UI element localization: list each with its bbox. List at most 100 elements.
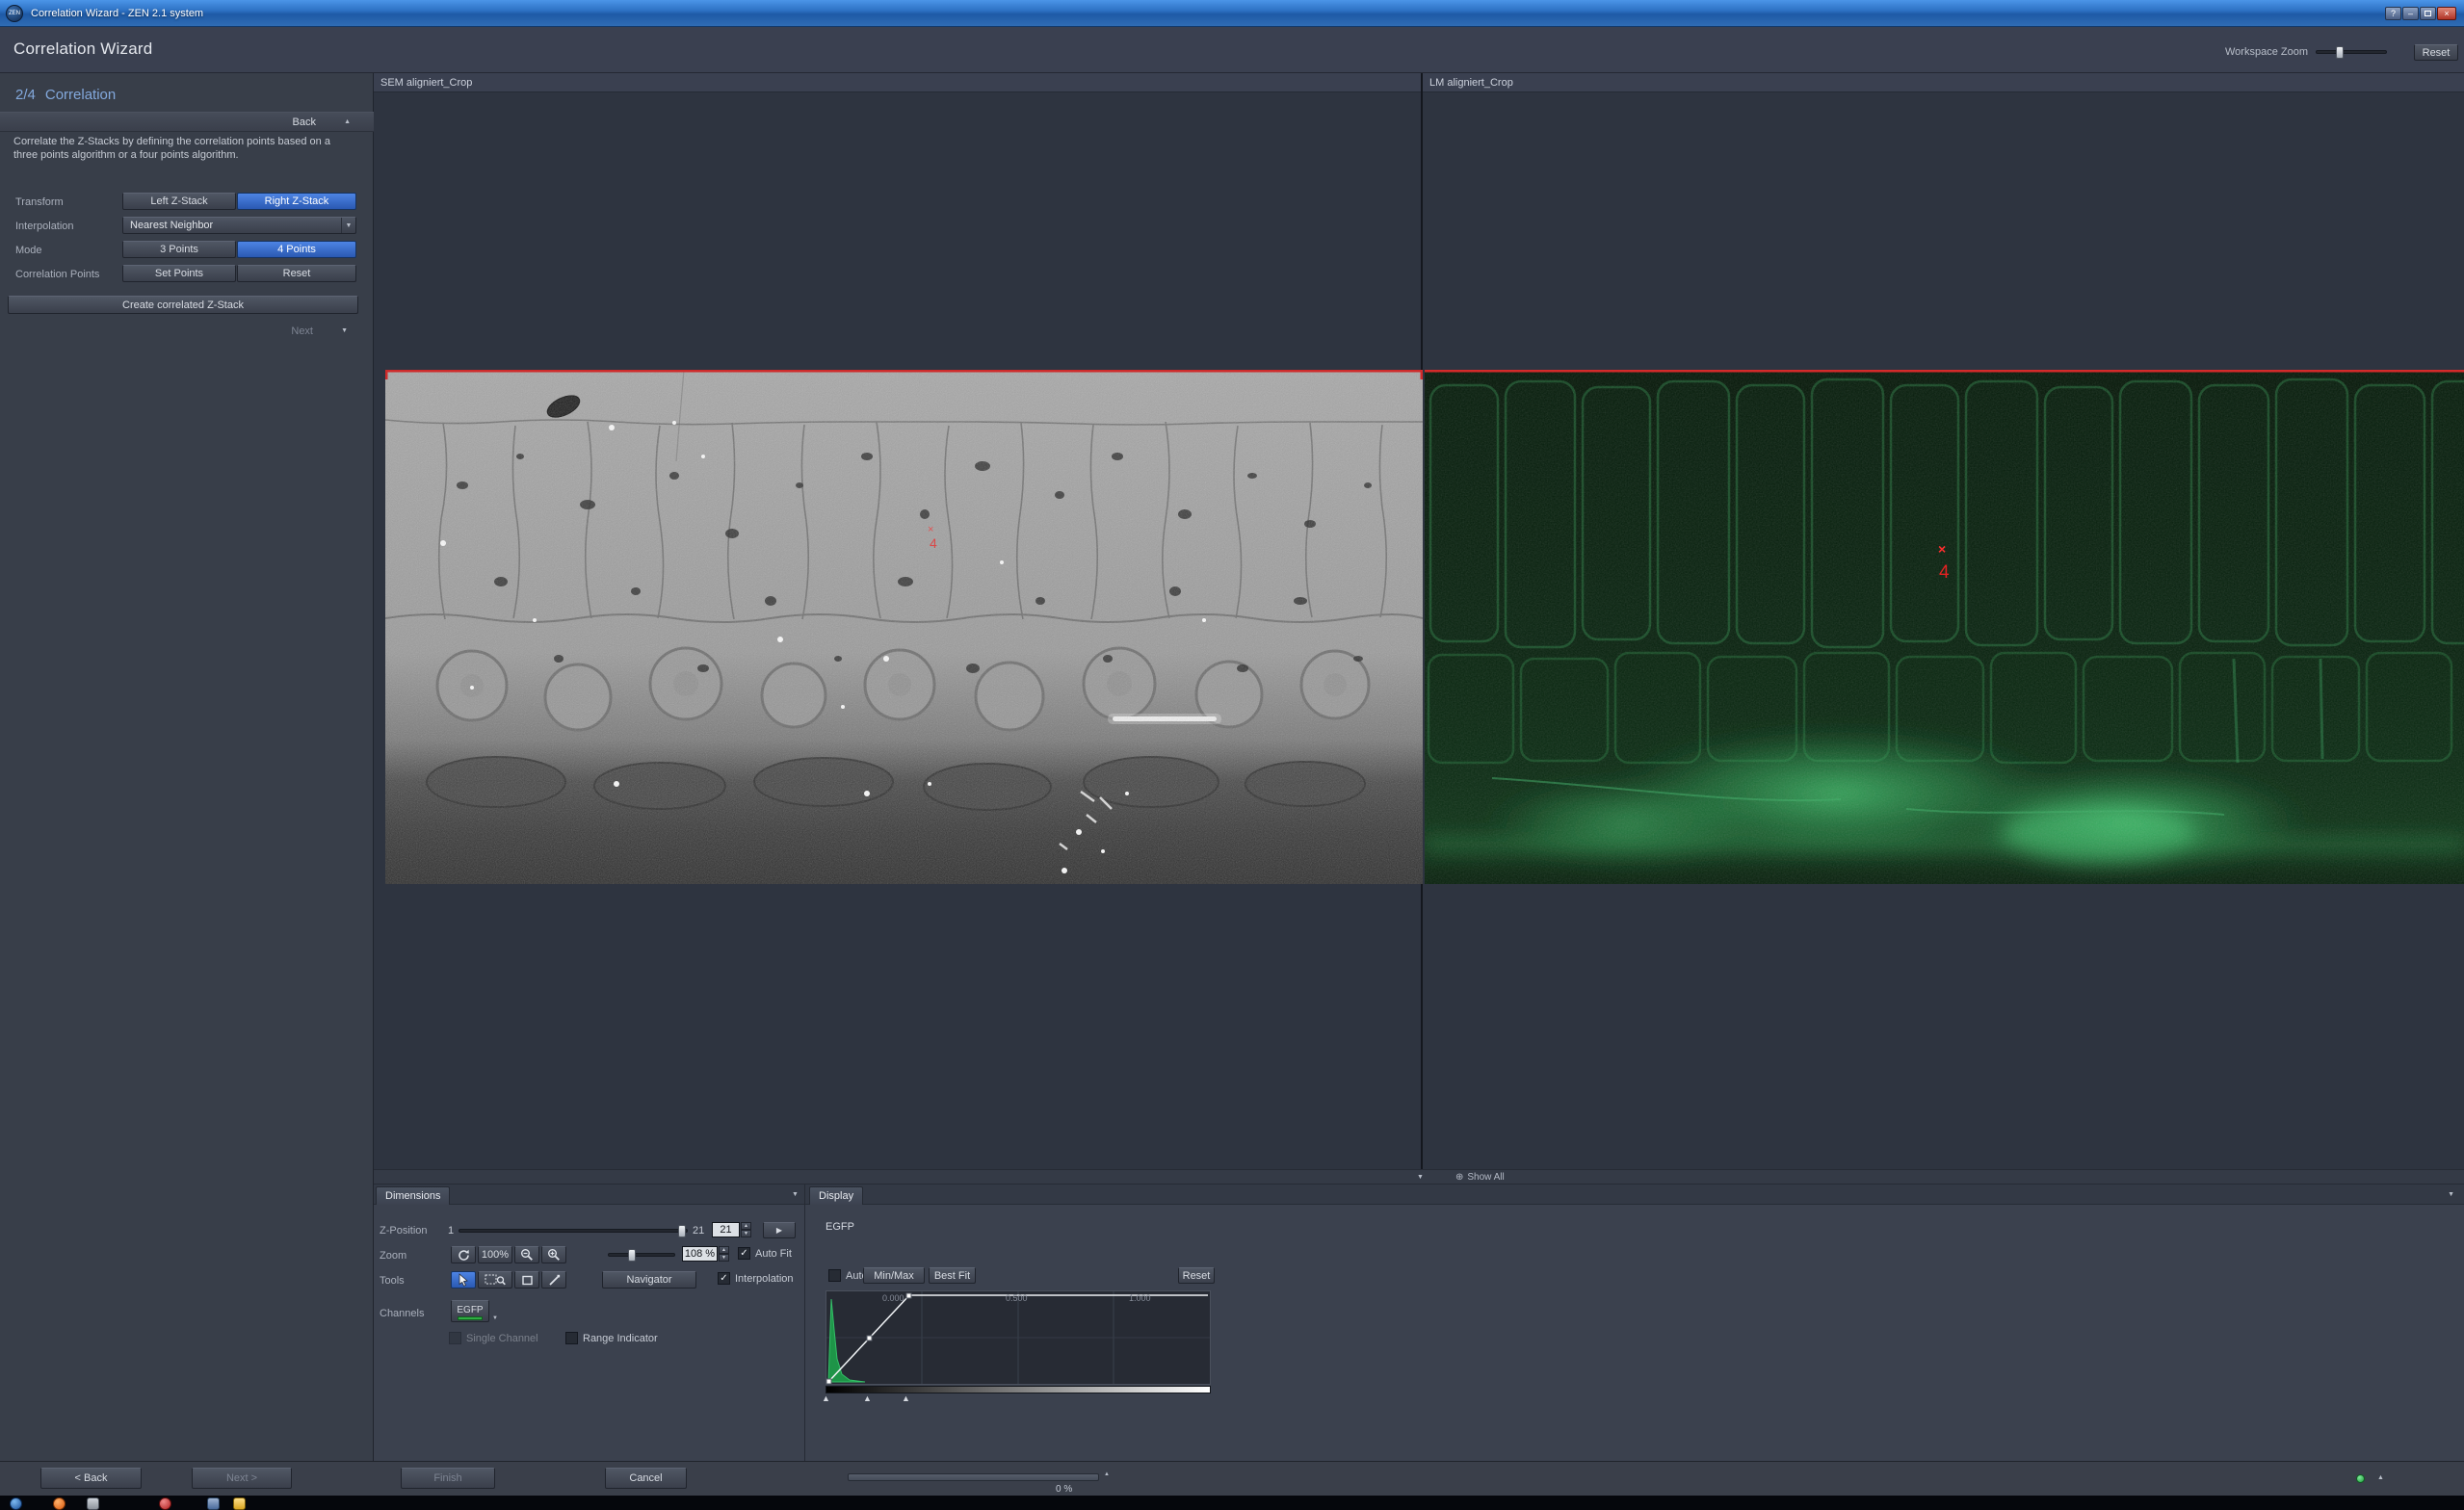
white-point-handle[interactable]: ▲ bbox=[902, 1393, 910, 1403]
rectangle-icon bbox=[521, 1274, 534, 1287]
z-position-thumb[interactable] bbox=[678, 1225, 686, 1237]
histogram-tick: 0.000 bbox=[882, 1293, 904, 1303]
z-max-label: 21 bbox=[693, 1225, 704, 1237]
display-tab-chevron-icon[interactable]: ▼ bbox=[2448, 1191, 2454, 1198]
mode-3points-button[interactable]: 3 Points bbox=[122, 241, 236, 258]
workspace-zoom-reset-button[interactable]: Reset bbox=[2414, 44, 2458, 61]
titlebar[interactable]: ZEN Correlation Wizard - ZEN 2.1 system … bbox=[0, 0, 2464, 27]
minimize-button[interactable]: – bbox=[2402, 7, 2419, 20]
close-button[interactable]: × bbox=[2437, 7, 2456, 20]
interpolation-checkbox[interactable]: ✓ Interpolation bbox=[718, 1272, 794, 1285]
wizard-finish-button: Finish bbox=[401, 1468, 495, 1489]
wizard-next-button: Next > bbox=[192, 1468, 292, 1489]
range-indicator-checkbox[interactable]: Range Indicator bbox=[565, 1332, 658, 1344]
spinner-up-icon: ▲ bbox=[719, 1246, 729, 1254]
zoom-region-tool-button[interactable] bbox=[478, 1271, 512, 1289]
chevron-up-icon[interactable]: ▲ bbox=[344, 118, 351, 125]
back-collapse-header[interactable]: Back ▲ bbox=[0, 112, 374, 132]
display-histogram[interactable]: 0.000 0.500 1.000 bbox=[826, 1290, 1211, 1385]
step-title: 2/4Correlation bbox=[15, 87, 116, 103]
set-points-button[interactable]: Set Points bbox=[122, 265, 236, 282]
zoom-thumb[interactable] bbox=[628, 1249, 636, 1262]
z-position-input[interactable]: 21 bbox=[712, 1222, 740, 1237]
panel-collapse-chevron-icon[interactable]: ▼ bbox=[1417, 1174, 1424, 1181]
wizard-back-button[interactable]: < Back bbox=[40, 1468, 142, 1489]
tab-display[interactable]: Display bbox=[809, 1186, 863, 1205]
progress-collapse-icon[interactable]: ▲ bbox=[1104, 1471, 1110, 1478]
min-max-button[interactable]: Min/Max bbox=[863, 1267, 925, 1284]
lm-correlation-point-number: 4 bbox=[1939, 562, 1950, 584]
help-button[interactable]: ? bbox=[2385, 7, 2401, 20]
sem-micrograph-art bbox=[385, 370, 1423, 884]
zoom-out-button[interactable] bbox=[514, 1246, 539, 1263]
cursor-tool-button[interactable] bbox=[451, 1271, 476, 1289]
line-tool-button[interactable] bbox=[541, 1271, 566, 1289]
transform-label: Transform bbox=[15, 196, 64, 208]
taskbar-app-icon[interactable] bbox=[207, 1497, 220, 1510]
workspace-zoom-thumb[interactable] bbox=[2336, 46, 2344, 59]
display-channel-label: EGFP bbox=[826, 1221, 854, 1233]
left-zstack-button[interactable]: Left Z-Stack bbox=[122, 193, 236, 210]
wizard-cancel-button[interactable]: Cancel bbox=[605, 1468, 687, 1489]
workspace-zoom-slider[interactable] bbox=[2316, 50, 2387, 54]
mode-label: Mode bbox=[15, 245, 42, 256]
navigator-button[interactable]: Navigator bbox=[602, 1271, 696, 1289]
taskbar-app-icon[interactable] bbox=[159, 1497, 171, 1510]
zoom-slider[interactable] bbox=[608, 1253, 675, 1257]
display-reset-button[interactable]: Reset bbox=[1178, 1267, 1215, 1284]
single-channel-checkbox: Single Channel bbox=[449, 1332, 538, 1344]
interpolation-select[interactable]: Nearest Neighbor ▼ bbox=[122, 217, 356, 234]
gamma-handle[interactable]: ▲ bbox=[863, 1393, 872, 1403]
dimensions-tab-chevron-icon[interactable]: ▼ bbox=[792, 1191, 799, 1198]
lm-image[interactable]: × 4 bbox=[1425, 370, 2464, 884]
taskbar-app-icon[interactable] bbox=[87, 1497, 99, 1510]
create-correlated-zstack-button[interactable]: Create correlated Z-Stack bbox=[8, 296, 358, 314]
reset-points-button[interactable]: Reset bbox=[237, 265, 356, 282]
tab-dimensions[interactable]: Dimensions bbox=[376, 1186, 450, 1205]
z-position-spinner[interactable]: ▲▼ bbox=[741, 1222, 751, 1237]
cursor-icon bbox=[458, 1273, 469, 1287]
magnifier-plus-icon bbox=[547, 1248, 561, 1262]
display-panel: Display ▼ EGFP Auto Min/Max Best Fit Res… bbox=[804, 1185, 2464, 1461]
mode-4points-button[interactable]: 4 Points bbox=[237, 241, 356, 258]
right-zstack-button[interactable]: Right Z-Stack bbox=[237, 193, 356, 210]
auto-fit-checkbox[interactable]: ✓ Auto Fit bbox=[738, 1247, 792, 1260]
statusbar-expand-icon[interactable]: ▲ bbox=[2377, 1474, 2384, 1481]
show-all-toggle[interactable]: ⊕ Show All bbox=[1455, 1172, 1505, 1183]
taskbar-folder-icon[interactable] bbox=[233, 1497, 246, 1510]
z-position-slider[interactable] bbox=[459, 1229, 688, 1233]
sem-image[interactable]: × 4 bbox=[385, 370, 1423, 884]
spinner-down-icon: ▼ bbox=[741, 1230, 751, 1237]
chevron-down-icon[interactable]: ▼ bbox=[341, 218, 355, 233]
zoom-spinner[interactable]: ▲▼ bbox=[719, 1246, 729, 1262]
black-point-handle[interactable]: ▲ bbox=[822, 1393, 830, 1403]
correlation-points-label: Correlation Points bbox=[15, 269, 99, 280]
check-icon: ✓ bbox=[720, 1274, 727, 1284]
zoom-reset-button[interactable] bbox=[451, 1246, 476, 1263]
next-collapsed-label[interactable]: Next bbox=[291, 325, 313, 337]
start-orb-icon[interactable] bbox=[10, 1497, 22, 1510]
chevron-down-icon[interactable]: ▼ bbox=[341, 327, 348, 334]
crop-tool-button[interactable] bbox=[514, 1271, 539, 1289]
windows-taskbar[interactable] bbox=[0, 1496, 2464, 1510]
channel-egfp-button[interactable]: EGFP bbox=[451, 1300, 489, 1322]
channel-dropdown-icon[interactable]: ▼ bbox=[492, 1315, 498, 1322]
play-icon: ▶ bbox=[776, 1226, 782, 1235]
z-min-label: 1 bbox=[448, 1225, 454, 1237]
z-play-button[interactable]: ▶ bbox=[763, 1222, 796, 1238]
zoom-label: Zoom bbox=[380, 1250, 406, 1262]
channel-color-swatch bbox=[458, 1316, 483, 1320]
interpolation-label: Interpolation bbox=[15, 221, 74, 232]
sem-correlation-point-number: 4 bbox=[930, 535, 937, 551]
taskbar-app-icon[interactable] bbox=[53, 1497, 66, 1510]
best-fit-button[interactable]: Best Fit bbox=[929, 1267, 976, 1284]
zoom-100-button[interactable]: 100% bbox=[478, 1246, 512, 1263]
histogram-art bbox=[826, 1291, 1210, 1384]
auto-checkbox[interactable]: Auto bbox=[828, 1269, 868, 1282]
wizard-bottom-bar: < Back Next > Finish Cancel 0 % ▲ ▲ bbox=[0, 1461, 2464, 1496]
zoom-in-button[interactable] bbox=[541, 1246, 566, 1263]
zoom-value-input[interactable]: 108 % bbox=[682, 1246, 718, 1262]
check-icon: ✓ bbox=[740, 1249, 747, 1259]
maximize-button[interactable] bbox=[2420, 7, 2436, 20]
sem-viewer-title: SEM aligniert_Crop bbox=[374, 73, 1421, 92]
